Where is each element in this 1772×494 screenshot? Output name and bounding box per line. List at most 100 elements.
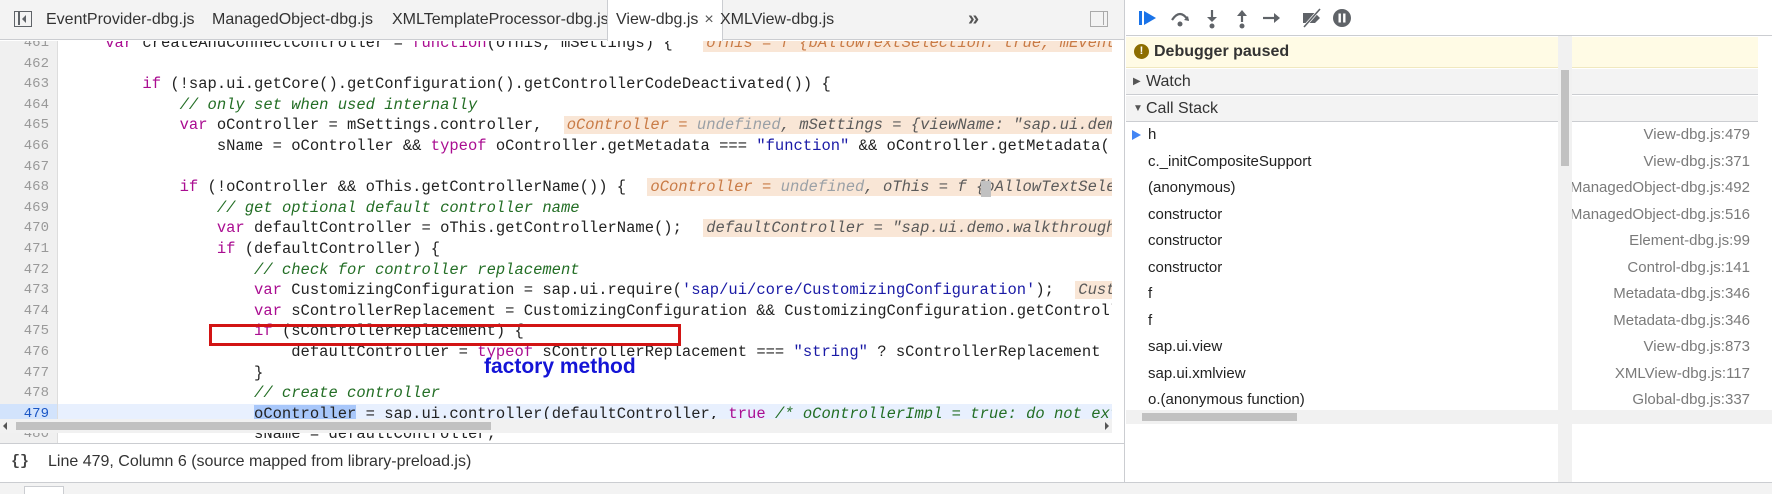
call-frame[interactable]: f Metadata-dbg.js:346 bbox=[1126, 281, 1758, 308]
frame-location-link[interactable]: XMLView-dbg.js:117 bbox=[1615, 361, 1750, 388]
step-into-icon[interactable] bbox=[1200, 6, 1224, 30]
code-text: var oController = mSettings.controller, … bbox=[68, 115, 1112, 136]
editor-tab-bar: EventProvider-dbg.js ManagedObject-dbg.j… bbox=[0, 0, 1124, 41]
code-text: var sControllerReplacement = Customizing… bbox=[254, 301, 1112, 320]
frame-location-link[interactable]: Element-dbg.js:99 bbox=[1629, 228, 1750, 255]
horizontal-scrollbar[interactable] bbox=[1126, 410, 1772, 424]
call-frame[interactable]: constructor ManagedObject-dbg.js:516 bbox=[1126, 202, 1758, 229]
frame-location-link[interactable]: View-dbg.js:371 bbox=[1644, 149, 1750, 176]
line-number[interactable]: 465 bbox=[0, 115, 58, 136]
tab-eventprovider[interactable]: EventProvider-dbg.js bbox=[46, 0, 195, 40]
scroll-right-icon[interactable] bbox=[1105, 422, 1109, 430]
step-over-icon[interactable] bbox=[1168, 6, 1192, 30]
code-line[interactable]: 464 // only set when used internally bbox=[0, 94, 1112, 116]
scrollbar-thumb[interactable] bbox=[16, 422, 491, 430]
code-editor[interactable]: 461 var createAndConnectController = fun… bbox=[0, 41, 1112, 443]
line-number[interactable]: 474 bbox=[0, 300, 58, 322]
step-icon[interactable] bbox=[1260, 6, 1284, 30]
code-line[interactable]: 473 var CustomizingConfiguration = sap.u… bbox=[0, 280, 1112, 301]
step-out-icon[interactable] bbox=[1230, 6, 1254, 30]
deactivate-breakpoints-icon[interactable] bbox=[1300, 6, 1324, 30]
line-number[interactable]: 463 bbox=[0, 74, 58, 95]
code-line[interactable]: 471 if (defaultController) { bbox=[0, 239, 1112, 260]
scrollbar-thumb[interactable] bbox=[1142, 413, 1297, 421]
frame-location-link[interactable]: Metadata-dbg.js:346 bbox=[1613, 281, 1750, 308]
info-icon: ! bbox=[1134, 44, 1149, 59]
pause-on-exceptions-icon[interactable] bbox=[1330, 6, 1354, 30]
code-line[interactable]: 470 var defaultController = oThis.getCon… bbox=[0, 218, 1112, 239]
code-text: if (!sap.ui.getCore().getConfiguration()… bbox=[142, 75, 831, 94]
call-frame[interactable]: sap.ui.xmlview XMLView-dbg.js:117 bbox=[1126, 361, 1758, 388]
tab-managedobject[interactable]: ManagedObject-dbg.js bbox=[212, 0, 373, 40]
call-frame[interactable]: constructor Element-dbg.js:99 bbox=[1126, 228, 1758, 255]
line-number[interactable]: 477 bbox=[0, 362, 58, 384]
debugger-paused-banner: ! Debugger paused bbox=[1126, 37, 1758, 68]
watch-section-header[interactable]: ▶ Watch bbox=[1126, 69, 1758, 95]
line-number[interactable]: 473 bbox=[0, 280, 58, 301]
line-number[interactable]: 476 bbox=[0, 342, 58, 363]
line-number[interactable]: 469 bbox=[0, 197, 58, 219]
callstack-section-header[interactable]: ▼ Call Stack bbox=[1126, 96, 1758, 122]
code-line[interactable]: 468 if (!oController && oThis.getControl… bbox=[0, 177, 1112, 198]
horizontal-scrollbar[interactable] bbox=[0, 419, 1112, 433]
code-line[interactable]: 478 // create controller bbox=[0, 383, 1112, 404]
code-line[interactable]: 462 bbox=[0, 53, 1112, 75]
code-line[interactable]: 467 bbox=[0, 156, 1112, 178]
scrollbar-thumb[interactable] bbox=[981, 181, 991, 197]
tab-xmlview[interactable]: XMLView-dbg.js bbox=[720, 0, 834, 40]
debugger-toggle-icon[interactable] bbox=[1090, 11, 1108, 27]
close-icon[interactable]: × bbox=[704, 11, 713, 28]
line-number[interactable]: 468 bbox=[0, 177, 58, 198]
call-frame[interactable]: h View-dbg.js:479 bbox=[1126, 122, 1758, 149]
code-line[interactable]: 461 var createAndConnectController = fun… bbox=[0, 41, 1112, 54]
code-line[interactable]: 469 // get optional default controller n… bbox=[0, 197, 1112, 219]
line-number[interactable]: 475 bbox=[0, 321, 58, 342]
frame-location-link[interactable]: View-dbg.js:873 bbox=[1644, 334, 1750, 361]
code-line[interactable]: 465 var oController = mSettings.controll… bbox=[0, 115, 1112, 136]
frame-location-link[interactable]: ManagedObject-dbg.js:516 bbox=[1570, 202, 1750, 229]
line-number[interactable]: 467 bbox=[0, 156, 58, 178]
code-line[interactable]: 474 var sControllerReplacement = Customi… bbox=[0, 300, 1112, 322]
call-frame[interactable]: constructor Control-dbg.js:141 bbox=[1126, 255, 1758, 282]
current-frame-arrow-icon bbox=[1132, 130, 1141, 140]
code-line[interactable]: 472 // check for controller replacement bbox=[0, 259, 1112, 281]
line-number[interactable]: 466 bbox=[0, 136, 58, 157]
frame-location-link[interactable]: View-dbg.js:479 bbox=[1644, 122, 1750, 149]
frame-location-link[interactable]: ManagedObject-dbg.js:492 bbox=[1570, 175, 1750, 202]
call-frame[interactable]: sap.ui.view View-dbg.js:873 bbox=[1126, 334, 1758, 361]
navigator-toggle-icon[interactable] bbox=[14, 11, 32, 27]
scroll-left-icon[interactable] bbox=[3, 422, 7, 430]
tab-label: ManagedObject-dbg.js bbox=[212, 11, 373, 28]
line-number[interactable]: 462 bbox=[0, 53, 58, 75]
line-number[interactable]: 478 bbox=[0, 383, 58, 404]
call-frame[interactable]: (anonymous) ManagedObject-dbg.js:492 bbox=[1126, 175, 1758, 202]
frame-function: constructor bbox=[1148, 232, 1223, 249]
vertical-scrollbar[interactable] bbox=[1558, 36, 1572, 484]
drawer-tab[interactable] bbox=[24, 486, 64, 494]
line-number[interactable]: 471 bbox=[0, 239, 58, 260]
frame-function: (anonymous) bbox=[1148, 179, 1236, 196]
line-number[interactable]: 461 bbox=[0, 41, 58, 54]
tab-xmltemplateprocessor[interactable]: XMLTemplateProcessor-dbg.js bbox=[392, 0, 609, 40]
sources-panel: EventProvider-dbg.js ManagedObject-dbg.j… bbox=[0, 0, 1125, 482]
vertical-scrollbar[interactable] bbox=[978, 41, 992, 391]
line-number[interactable]: 464 bbox=[0, 94, 58, 116]
resume-icon[interactable] bbox=[1136, 6, 1160, 30]
code-text: var createAndConnectController = functio… bbox=[68, 41, 1112, 54]
collapse-triangle-icon: ▼ bbox=[1133, 103, 1143, 114]
frame-location-link[interactable]: Metadata-dbg.js:346 bbox=[1613, 308, 1750, 335]
line-number[interactable]: 470 bbox=[0, 218, 58, 239]
tabs-overflow-icon[interactable]: » bbox=[968, 0, 979, 38]
call-frame[interactable]: c._initCompositeSupport View-dbg.js:371 bbox=[1126, 149, 1758, 176]
code-text: var defaultController = oThis.getControl… bbox=[68, 218, 1112, 239]
cursor-position: Line 479, Column 6 (source mapped from l… bbox=[48, 453, 472, 470]
pretty-print-icon[interactable]: {} bbox=[11, 444, 29, 480]
line-number[interactable]: 472 bbox=[0, 259, 58, 281]
call-frame[interactable]: f Metadata-dbg.js:346 bbox=[1126, 308, 1758, 335]
code-line[interactable]: 463 if (!sap.ui.getCore().getConfigurati… bbox=[0, 74, 1112, 95]
tab-view[interactable]: View-dbg.js × bbox=[607, 0, 723, 41]
frame-location-link[interactable]: Control-dbg.js:141 bbox=[1627, 255, 1750, 282]
frame-function: f bbox=[1148, 285, 1153, 302]
scrollbar-thumb[interactable] bbox=[1561, 70, 1569, 166]
code-line[interactable]: 466 sName = oController && typeof oContr… bbox=[0, 136, 1112, 157]
